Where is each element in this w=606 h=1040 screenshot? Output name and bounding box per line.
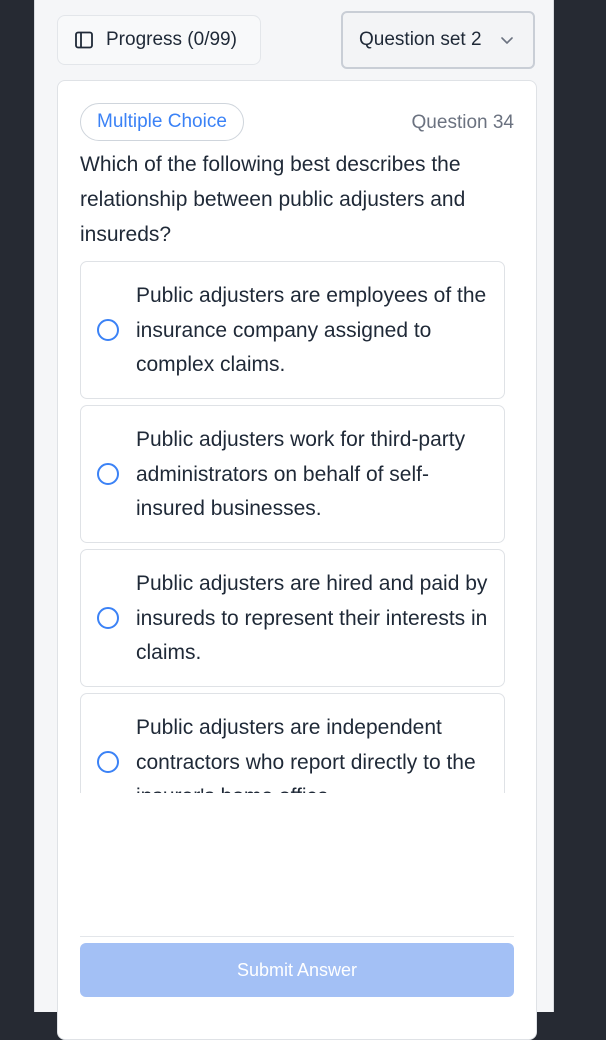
question-card: Multiple Choice Question 34 Which of the… bbox=[57, 80, 537, 1040]
radio-button[interactable] bbox=[97, 319, 119, 341]
chevron-down-icon bbox=[501, 37, 513, 44]
quiz-panel: Progress (0/99) Question set 2 Multiple … bbox=[34, 0, 554, 1040]
question-set-select[interactable]: Question set 2 bbox=[341, 11, 535, 69]
answer-options: Public adjusters are employees of the in… bbox=[80, 261, 505, 793]
question-type-label: Multiple Choice bbox=[97, 111, 227, 132]
option-label: Public adjusters are hired and paid by i… bbox=[136, 572, 488, 664]
question-set-value: Question set 2 bbox=[359, 29, 482, 50]
answer-option[interactable]: Public adjusters are hired and paid by i… bbox=[80, 549, 505, 687]
footer-divider bbox=[80, 936, 514, 937]
sidebar-panel-icon bbox=[75, 31, 93, 49]
radio-button[interactable] bbox=[97, 607, 119, 629]
radio-button[interactable] bbox=[97, 751, 119, 773]
question-number: Question 34 bbox=[411, 112, 514, 133]
answer-option[interactable]: Public adjusters work for third-party ad… bbox=[80, 405, 505, 543]
option-label: Public adjusters are independent contrac… bbox=[136, 716, 476, 793]
question-type-badge: Multiple Choice bbox=[80, 103, 244, 141]
answer-option[interactable]: Public adjusters are employees of the in… bbox=[80, 261, 505, 399]
top-bar: Progress (0/99) Question set 2 bbox=[57, 11, 535, 70]
question-text: Which of the following best describes th… bbox=[80, 153, 466, 246]
option-label: Public adjusters work for third-party ad… bbox=[136, 428, 466, 520]
progress-button[interactable]: Progress (0/99) bbox=[57, 15, 261, 65]
option-label: Public adjusters are employees of the in… bbox=[136, 284, 487, 376]
radio-button[interactable] bbox=[97, 463, 119, 485]
submit-answer-button[interactable]: Submit Answer bbox=[80, 943, 514, 997]
progress-label: Progress (0/99) bbox=[106, 29, 237, 50]
answer-option[interactable]: Public adjusters are independent contrac… bbox=[80, 693, 505, 793]
